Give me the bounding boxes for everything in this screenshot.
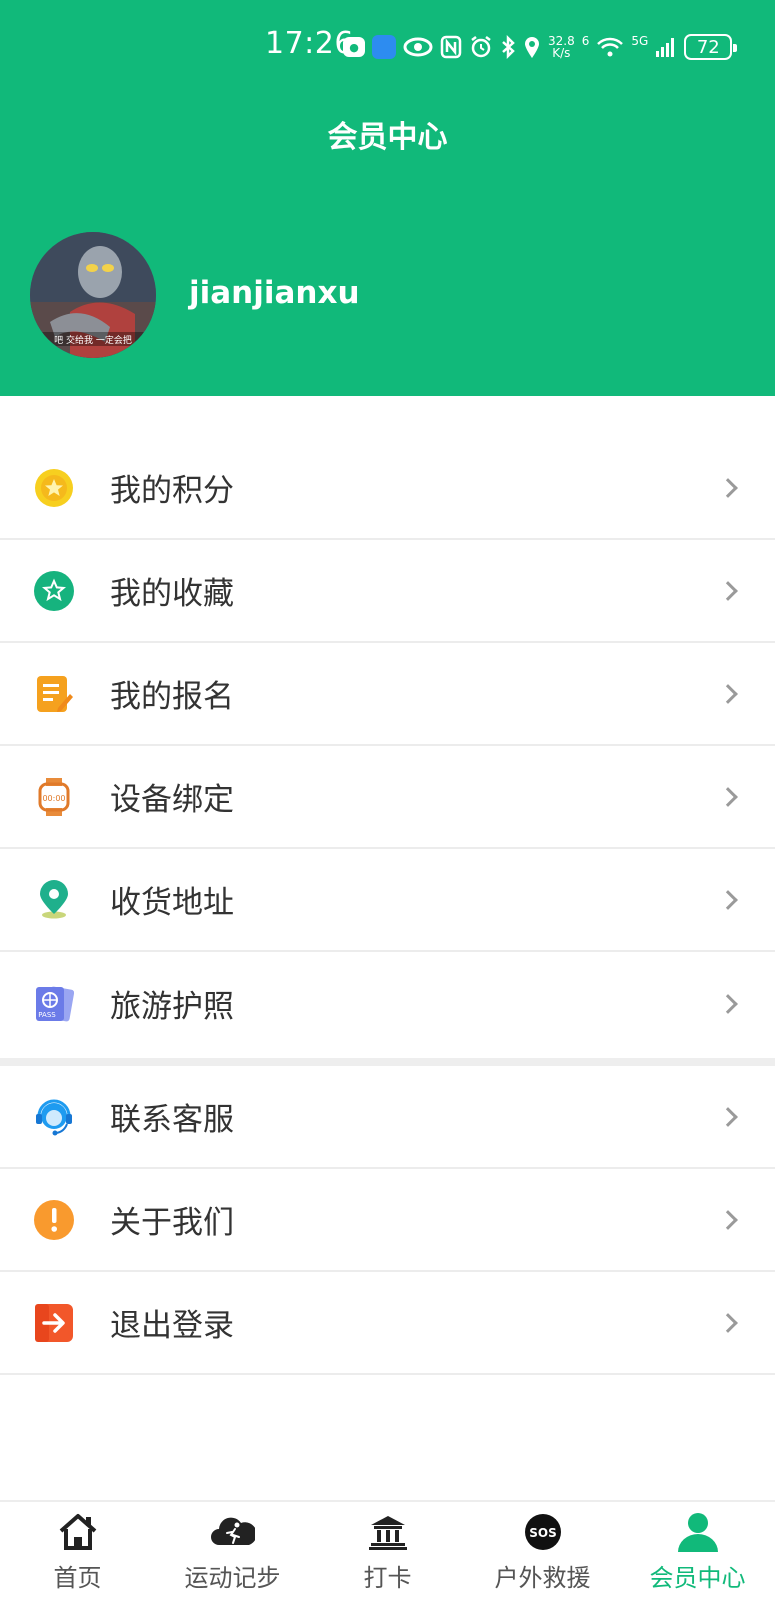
user-icon <box>676 1512 720 1552</box>
net-speed-unit: K/s <box>552 46 571 60</box>
chevron-right-icon <box>718 1312 738 1333</box>
menu-item-label: 收货地址 <box>110 885 234 921</box>
customer-service-icon <box>34 1097 74 1137</box>
chevron-right-icon <box>718 477 738 498</box>
tab-step-tracker[interactable]: 运动记步 <box>155 1502 310 1600</box>
passport-icon: PASS <box>34 984 74 1024</box>
menu-item-label: 我的积分 <box>110 473 234 509</box>
battery-indicator: 72 <box>684 34 738 60</box>
menu-group-support: 联系客服 关于我们 退出登录 <box>0 1066 775 1375</box>
location-icon <box>34 879 74 920</box>
menu-item-travel-passport[interactable]: PASS 旅游护照 <box>0 952 775 1055</box>
chevron-right-icon <box>718 993 738 1014</box>
wechat-icon: ● <box>343 37 365 57</box>
menu-item-label: 设备绑定 <box>110 782 234 818</box>
menu-item-registration[interactable]: 我的报名 <box>0 643 775 746</box>
menu-item-label: 我的报名 <box>110 679 234 715</box>
svg-text:00:00: 00:00 <box>42 794 65 803</box>
menu-item-label: 退出登录 <box>110 1308 234 1344</box>
location-status-icon <box>523 35 541 59</box>
menu-item-customer-service[interactable]: 联系客服 <box>0 1066 775 1169</box>
tab-outdoor-rescue[interactable]: SOS 户外救援 <box>465 1502 620 1600</box>
menu-item-points[interactable]: 我的积分 <box>0 437 775 540</box>
chevron-right-icon <box>718 889 738 910</box>
chevron-right-icon <box>718 580 738 601</box>
nfc-icon <box>440 35 462 59</box>
status-bar: 17:26 ● 32.8 K/s 6 5G 72 <box>0 0 775 90</box>
chevron-right-icon <box>718 1209 738 1230</box>
menu-item-label: 关于我们 <box>110 1205 234 1241</box>
message-icon <box>372 35 396 59</box>
tab-member-center[interactable]: 会员中心 <box>620 1502 775 1600</box>
favorites-icon <box>34 570 74 611</box>
header: 17:26 ● 32.8 K/s 6 5G 72 会员中心 吧 交给我 一定会把… <box>0 0 775 396</box>
menu-item-label: 旅游护照 <box>110 989 234 1025</box>
tab-label: 户外救援 <box>494 1564 591 1592</box>
bluetooth-icon <box>500 35 516 59</box>
chevron-right-icon <box>718 786 738 807</box>
wifi-icon <box>596 36 624 58</box>
group-divider <box>0 1058 775 1066</box>
username: jianjianxu <box>189 275 360 311</box>
menu-item-shipping-address[interactable]: 收货地址 <box>0 849 775 952</box>
avatar[interactable]: 吧 交给我 一定会把 <box>30 232 156 358</box>
tab-label: 首页 <box>53 1564 102 1592</box>
info-icon <box>34 1199 74 1240</box>
chevron-right-icon <box>718 1106 738 1127</box>
sos-icon: SOS <box>524 1512 562 1552</box>
points-icon <box>34 468 74 508</box>
landmark-icon <box>368 1512 408 1552</box>
menu-item-favorites[interactable]: 我的收藏 <box>0 540 775 643</box>
tab-label: 打卡 <box>363 1564 412 1592</box>
tab-label: 运动记步 <box>184 1564 281 1592</box>
tab-check-in[interactable]: 打卡 <box>310 1502 465 1600</box>
menu-group-account: 我的积分 我的收藏 我的报名 00:00 设备绑定 收货地址 PASS 旅游护照 <box>0 437 775 1055</box>
registration-icon <box>34 674 74 714</box>
network-type: 5G <box>631 34 649 48</box>
tab-home[interactable]: 首页 <box>0 1502 155 1600</box>
menu-item-about-us[interactable]: 关于我们 <box>0 1169 775 1272</box>
avatar-caption: 吧 交给我 一定会把 <box>54 334 132 346</box>
net-speed: 32.8 K/s <box>548 35 575 59</box>
eye-icon <box>403 37 433 57</box>
home-icon <box>58 1512 98 1552</box>
menu-item-label: 联系客服 <box>110 1102 234 1138</box>
logout-icon <box>34 1303 74 1343</box>
page-title: 会员中心 <box>327 120 448 155</box>
svg-text:SOS: SOS <box>529 1526 557 1540</box>
svg-text:PASS: PASS <box>38 1011 56 1019</box>
chevron-right-icon <box>718 683 738 704</box>
menu-item-label: 我的收藏 <box>110 576 234 612</box>
bottom-tab-bar: 首页 运动记步 打卡 SOS 户外救援 会员中心 <box>0 1500 775 1600</box>
tab-label: 会员中心 <box>649 1564 746 1592</box>
running-icon <box>210 1512 255 1552</box>
status-icons: ● 32.8 K/s 6 5G 72 <box>343 30 738 64</box>
alarm-icon <box>469 35 493 59</box>
status-time: 17:26 <box>265 26 354 61</box>
watch-icon: 00:00 <box>34 777 74 817</box>
menu-item-device-binding[interactable]: 00:00 设备绑定 <box>0 746 775 849</box>
signal-icon <box>655 36 677 58</box>
sim-label: 6 <box>581 34 590 48</box>
menu-item-logout[interactable]: 退出登录 <box>0 1272 775 1375</box>
